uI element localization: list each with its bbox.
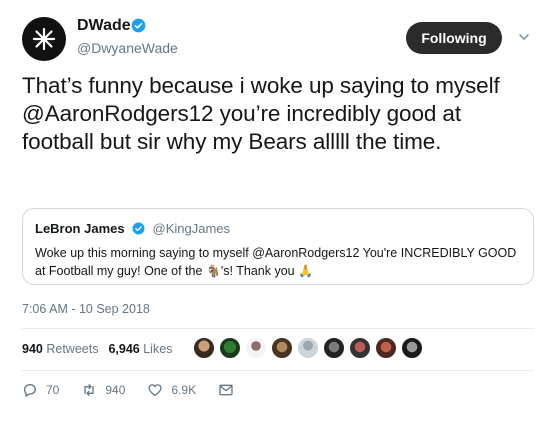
tweet-actions: 70 940 6.9K (22, 382, 264, 398)
direct-message-button[interactable] (218, 382, 242, 398)
likes-label: Likes (143, 342, 173, 356)
display-name[interactable]: DWade (77, 17, 131, 35)
following-button[interactable]: Following (406, 22, 502, 54)
heart-icon (148, 384, 163, 396)
quote-author-name: LeBron James (35, 221, 125, 236)
tweet-text: That’s funny because i woke up saying to… (22, 73, 500, 154)
envelope-icon (219, 384, 233, 396)
logo-icon (32, 27, 56, 51)
avatar[interactable] (348, 336, 372, 360)
verified-badge-icon (132, 222, 145, 235)
retweets-stat[interactable]: 940 Retweets (22, 342, 98, 356)
avatar[interactable] (22, 17, 66, 61)
retweets-label: Retweets (46, 342, 99, 356)
quoted-tweet[interactable]: LeBron James @KingJames Woke up this mor… (22, 208, 534, 285)
divider (22, 370, 534, 371)
like-button[interactable]: 6.9K (147, 382, 196, 398)
timestamp[interactable]: 7:06 AM - 10 Sep 2018 (22, 302, 150, 316)
avatar[interactable] (270, 336, 294, 360)
avatar[interactable] (296, 336, 320, 360)
goat-emoji-icon: 🐐 (205, 264, 221, 278)
avatar[interactable] (192, 336, 216, 360)
likes-stat[interactable]: 6,946 Likes (108, 342, 172, 356)
liker-avatars (192, 336, 426, 362)
quote-text-part2: 's! Thank you (220, 264, 299, 278)
avatar[interactable] (322, 336, 346, 360)
avatar[interactable] (400, 336, 424, 360)
verified-badge-icon (131, 18, 146, 33)
pray-emoji-icon: 🙏 (298, 264, 314, 278)
avatar[interactable] (218, 336, 242, 360)
retweets-count: 940 (22, 342, 43, 356)
chevron-down-icon[interactable] (517, 30, 531, 44)
retweet-button[interactable]: 940 (81, 382, 125, 398)
user-handle[interactable]: @DwyaneWade (77, 40, 178, 56)
reply-icon (23, 384, 36, 397)
avatar[interactable] (244, 336, 268, 360)
likes-count: 6,946 (108, 342, 140, 356)
divider (22, 328, 534, 329)
reply-count: 70 (46, 383, 60, 397)
retweet-count: 940 (105, 383, 126, 397)
avatar[interactable] (374, 336, 398, 360)
quote-text: Woke up this morning saying to myself @A… (35, 244, 521, 280)
reply-button[interactable]: 70 (22, 382, 59, 398)
retweet-icon (84, 384, 95, 396)
quote-author-handle: @KingJames (152, 221, 231, 236)
like-count: 6.9K (171, 383, 197, 397)
engagement-stats: 940 Retweets 6,946 Likes (22, 342, 182, 356)
